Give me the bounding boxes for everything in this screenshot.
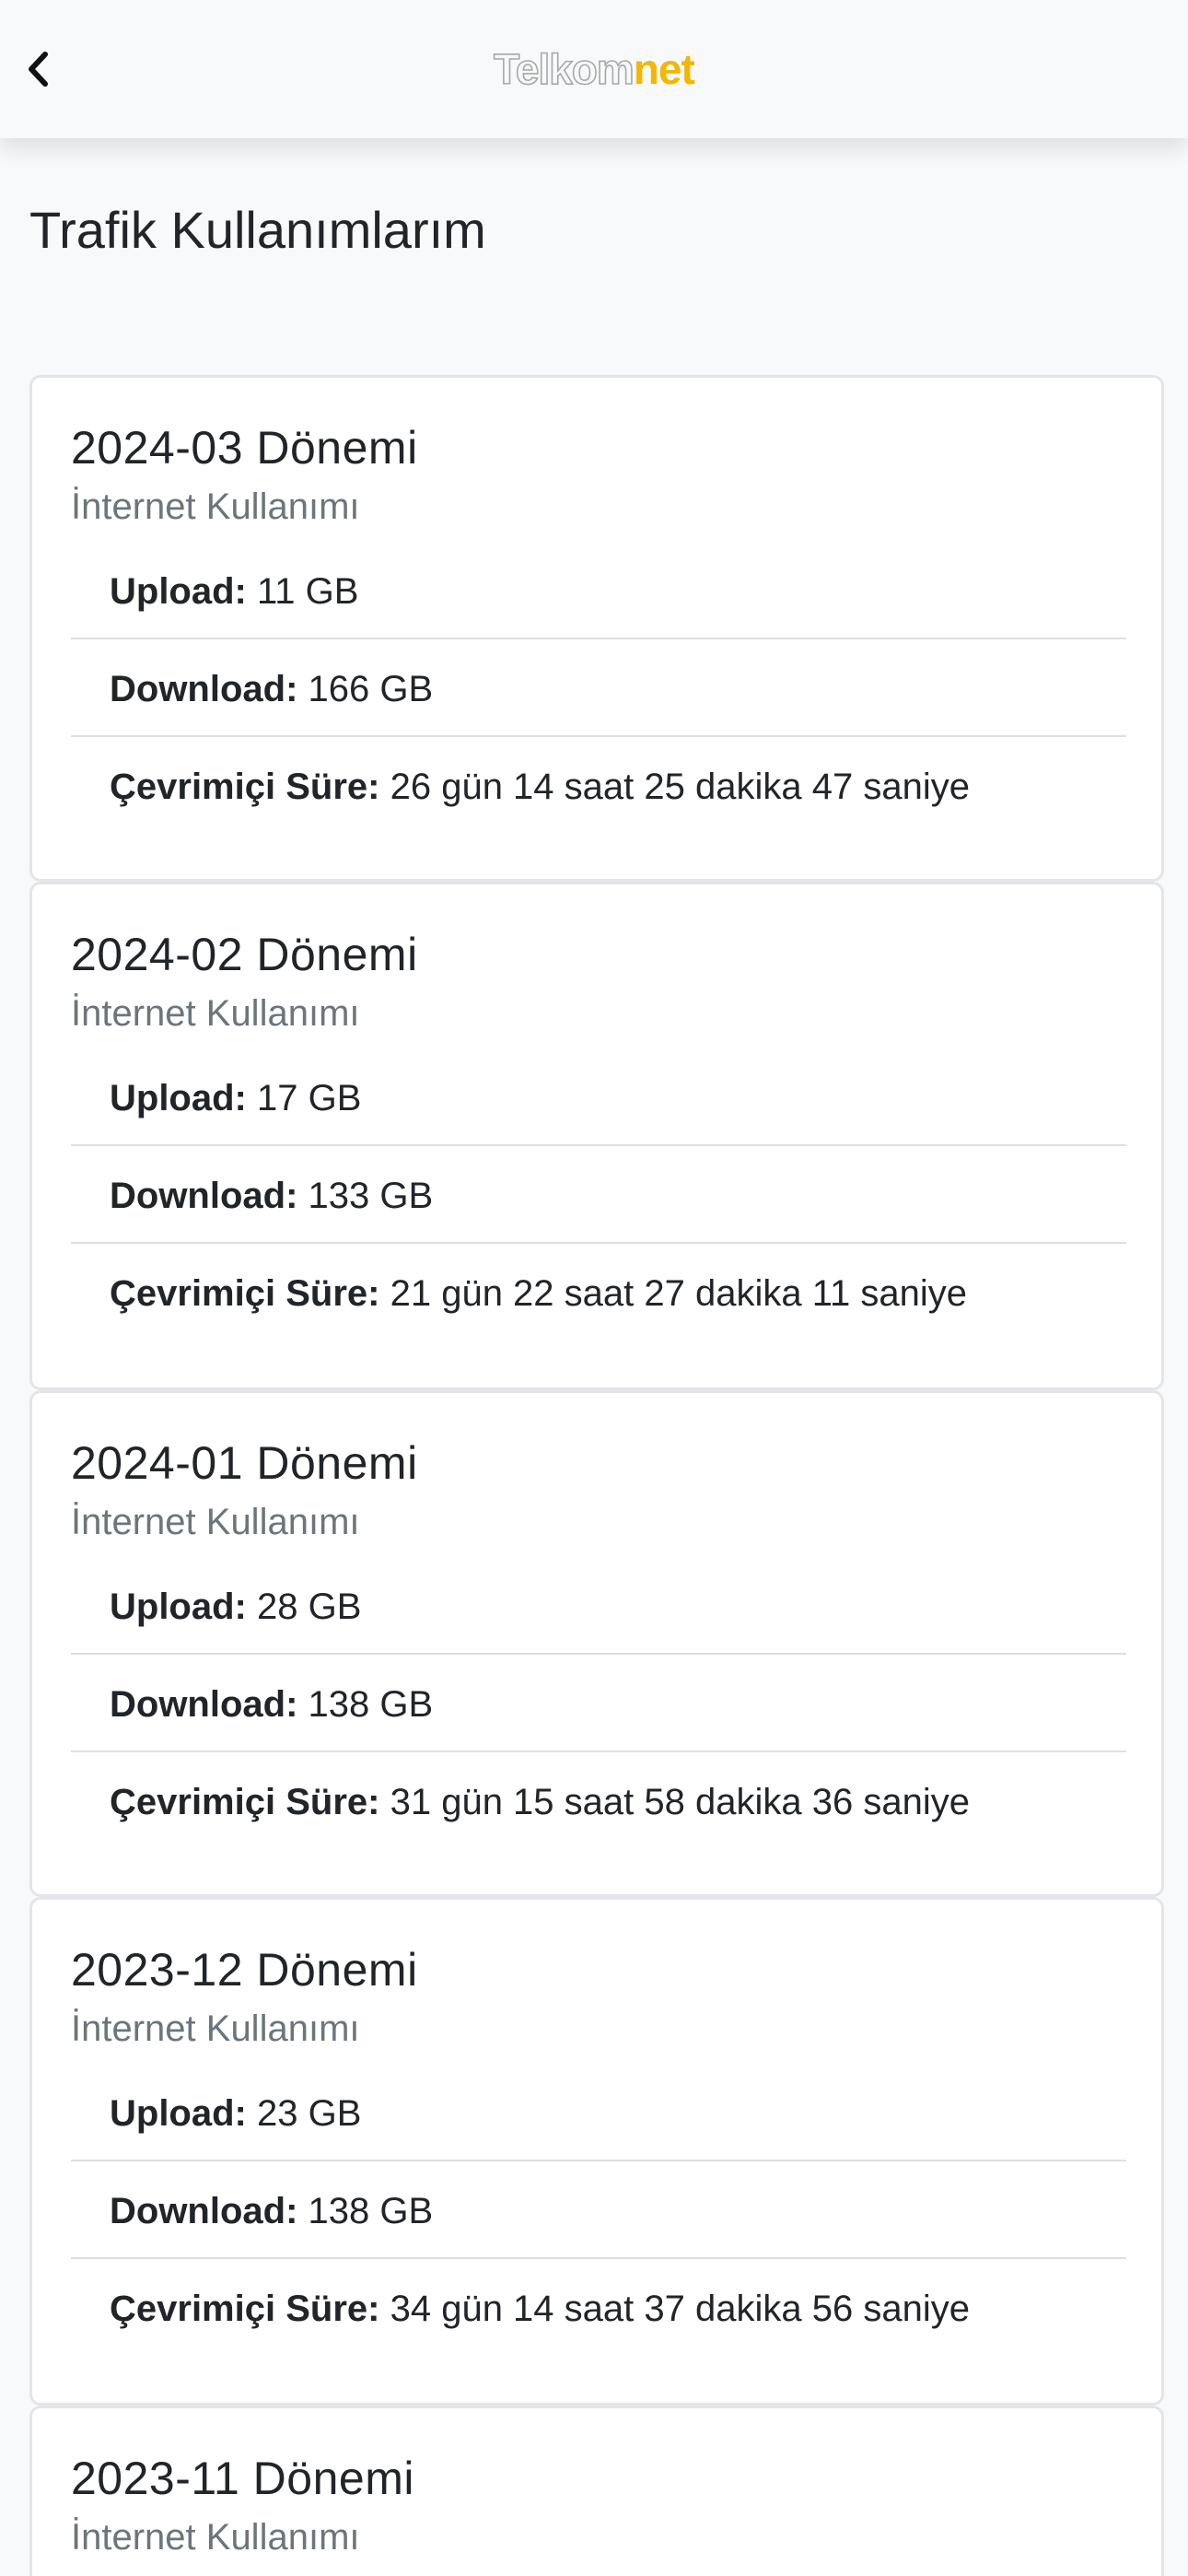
period-card: 2023-11 Dönemi İnternet Kullanımı xyxy=(29,2406,1164,2576)
upload-label: Upload: xyxy=(110,1078,247,1118)
logo-text-net: net xyxy=(633,45,695,93)
download-row: Download: 138 GB xyxy=(71,1657,1126,1752)
download-value: 138 GB xyxy=(308,2191,434,2231)
upload-value: 28 GB xyxy=(257,1587,362,1627)
upload-row: Upload: 11 GB xyxy=(71,544,1126,639)
download-row: Download: 133 GB xyxy=(71,1148,1126,1244)
period-subtitle: İnternet Kullanımı xyxy=(71,993,360,1034)
page-title: Trafik Kullanımlarım xyxy=(29,201,486,259)
period-title: 2023-12 Dönemi xyxy=(71,1944,418,1996)
period-subtitle: İnternet Kullanımı xyxy=(71,486,360,527)
download-label: Download: xyxy=(110,669,298,709)
download-value: 133 GB xyxy=(308,1176,434,1216)
upload-row: Upload: 17 GB xyxy=(71,1050,1126,1146)
download-label: Download: xyxy=(110,1176,298,1216)
telkomnet-logo: Telkomnet xyxy=(0,45,1188,93)
period-card: 2024-01 Dönemi İnternet Kullanımı Upload… xyxy=(29,1390,1164,1897)
logo-text-telkom: Telkom xyxy=(493,45,635,93)
upload-label: Upload: xyxy=(110,1587,247,1627)
upload-label: Upload: xyxy=(110,571,247,612)
period-subtitle: İnternet Kullanımı xyxy=(71,2517,360,2558)
download-row: Download: 166 GB xyxy=(71,641,1126,737)
upload-value: 11 GB xyxy=(257,571,359,612)
period-card: 2023-12 Dönemi İnternet Kullanımı Upload… xyxy=(29,1897,1164,2406)
download-value: 138 GB xyxy=(308,1684,434,1725)
period-title: 2024-03 Dönemi xyxy=(71,422,418,474)
online-time-row: Çevrimiçi Süre: 31 gün 15 saat 58 dakika… xyxy=(71,1754,1126,1850)
app-screen: Telkomnet Trafik Kullanımlarım 2024-03 D… xyxy=(0,0,1188,2576)
online-time-label: Çevrimiçi Süre: xyxy=(110,2289,380,2329)
upload-row: Upload: 28 GB xyxy=(71,1559,1126,1655)
upload-value: 17 GB xyxy=(257,1078,362,1118)
upload-value: 23 GB xyxy=(257,2093,362,2134)
upload-label: Upload: xyxy=(110,2093,247,2134)
online-time-label: Çevrimiçi Süre: xyxy=(110,767,380,807)
period-subtitle: İnternet Kullanımı xyxy=(71,2008,360,2049)
download-label: Download: xyxy=(110,1684,298,1725)
period-card: 2024-03 Dönemi İnternet Kullanımı Upload… xyxy=(29,375,1164,882)
period-subtitle: İnternet Kullanımı xyxy=(71,1502,360,1542)
online-time-row: Çevrimiçi Süre: 26 gün 14 saat 25 dakika… xyxy=(71,739,1126,835)
online-time-value: 21 gün 22 saat 27 dakika 11 saniye xyxy=(390,1273,967,1314)
download-value: 166 GB xyxy=(308,669,434,709)
upload-row: Upload: 23 GB xyxy=(71,2066,1126,2161)
online-time-value: 34 gün 14 saat 37 dakika 56 saniye xyxy=(390,2289,970,2329)
online-time-value: 26 gün 14 saat 25 dakika 47 saniye xyxy=(390,767,970,807)
period-title: 2023-11 Dönemi xyxy=(71,2453,414,2504)
download-row: Download: 138 GB xyxy=(71,2163,1126,2259)
online-time-row: Çevrimiçi Süre: 21 gün 22 saat 27 dakika… xyxy=(71,1246,1126,1341)
period-title: 2024-02 Dönemi xyxy=(71,929,418,980)
main-content[interactable]: Trafik Kullanımlarım 2024-03 Dönemi İnte… xyxy=(0,196,1188,2576)
top-bar: Telkomnet xyxy=(0,0,1188,138)
period-title: 2024-01 Dönemi xyxy=(71,1437,418,1489)
online-time-value: 31 gün 15 saat 58 dakika 36 saniye xyxy=(390,1782,970,1822)
download-label: Download: xyxy=(110,2191,298,2231)
online-time-row: Çevrimiçi Süre: 34 gün 14 saat 37 dakika… xyxy=(71,2261,1126,2357)
online-time-label: Çevrimiçi Süre: xyxy=(110,1273,380,1314)
period-card: 2024-02 Dönemi İnternet Kullanımı Upload… xyxy=(29,882,1164,1390)
online-time-label: Çevrimiçi Süre: xyxy=(110,1782,380,1822)
